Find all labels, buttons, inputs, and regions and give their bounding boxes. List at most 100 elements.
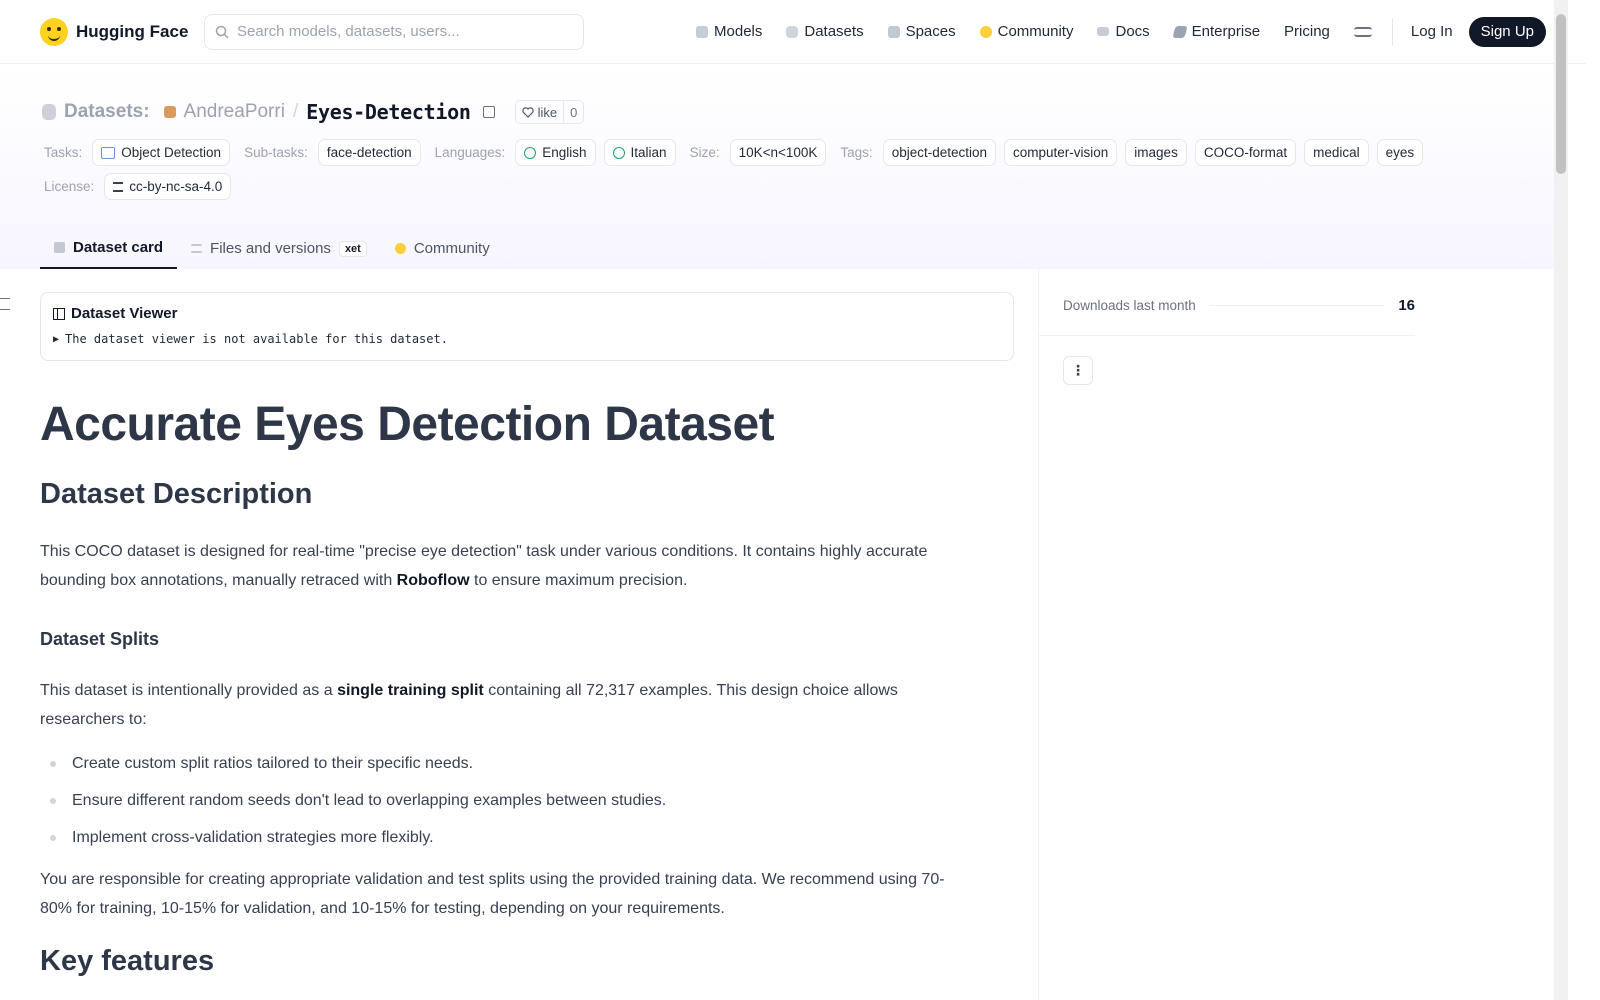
dataset-icon <box>42 104 56 120</box>
list-item: Implement cross-validation strategies mo… <box>50 828 970 848</box>
nav-models-label: Models <box>714 23 763 40</box>
right-sidebar: Downloads last month 16 ⋮ <box>1038 269 1554 1000</box>
list-item: Create custom split ratios tailored to t… <box>50 754 970 774</box>
downloads-value: 16 <box>1398 297 1415 314</box>
dataset-viewer-heading: Dataset Viewer <box>71 305 178 322</box>
tab-files-and-versions[interactable]: Files and versions xet <box>177 228 381 269</box>
languages-label: Languages: <box>434 145 506 160</box>
like-count[interactable]: 0 <box>563 101 583 123</box>
tag-language-label: Italian <box>630 145 667 160</box>
login-button[interactable]: Log In <box>1401 23 1463 40</box>
search-box[interactable] <box>204 13 584 50</box>
tasks-label: Tasks: <box>44 145 83 160</box>
tag-task-object-detection[interactable]: Object Detection <box>92 139 231 166</box>
dataset-card-content: Accurate Eyes Detection Dataset Dataset … <box>40 396 970 978</box>
single-split-emphasis: single training split <box>337 681 484 699</box>
nav-divider <box>1391 17 1393 46</box>
nav-enterprise[interactable]: Enterprise <box>1162 23 1272 40</box>
license-icon <box>113 181 124 192</box>
hugging-face-logo-icon <box>40 17 68 46</box>
table-icon <box>53 307 65 320</box>
nav-models[interactable]: Models <box>684 23 774 40</box>
tag-item[interactable]: medical <box>1304 139 1369 166</box>
xet-badge: xet <box>338 240 367 257</box>
tag-size[interactable]: 10K<n<100K <box>729 139 827 166</box>
subtasks-label: Sub-tasks: <box>244 145 308 160</box>
like-button[interactable]: like 0 <box>514 100 585 124</box>
nav-pricing[interactable]: Pricing <box>1272 23 1342 40</box>
nav-docs[interactable]: Docs <box>1085 23 1161 40</box>
tag-language-english[interactable]: English <box>515 139 596 166</box>
brand-link[interactable]: Hugging Face <box>40 17 204 46</box>
dataset-viewer-panel: Dataset Viewer ▶ The dataset viewer is n… <box>40 292 1014 361</box>
tag-license[interactable]: cc-by-nc-sa-4.0 <box>104 173 232 200</box>
object-detection-icon <box>101 146 116 159</box>
kebab-icon: ⋮ <box>1071 362 1085 378</box>
list-item: Ensure different random seeds don't lead… <box>50 791 970 811</box>
viewer-unavailable-toggle[interactable]: ▶ The dataset viewer is not available fo… <box>53 332 1001 346</box>
repo-tabs: Dataset card Files and versions xet Commu… <box>40 228 504 269</box>
breadcrumb-separator: / <box>292 101 299 122</box>
tag-item[interactable]: images <box>1125 139 1187 166</box>
tag-item[interactable]: computer-vision <box>1004 139 1118 166</box>
spaces-icon <box>887 25 900 38</box>
viewer-unavailable-text: The dataset viewer is not available for … <box>65 332 448 346</box>
nav-docs-label: Docs <box>1115 23 1150 40</box>
like-label: like <box>537 104 558 120</box>
owner-avatar <box>163 106 176 118</box>
toc-toggle-icon[interactable] <box>0 298 10 310</box>
heart-icon <box>521 106 534 118</box>
downloads-label: Downloads last month <box>1063 298 1196 313</box>
docs-icon <box>1097 27 1110 36</box>
tag-item[interactable]: COCO-format <box>1194 139 1297 166</box>
enterprise-icon <box>1172 25 1188 38</box>
dataset-name[interactable]: Eyes-Detection <box>306 100 471 124</box>
description-paragraph: This COCO dataset is designed for real-t… <box>40 537 970 595</box>
nav-datasets-label: Datasets <box>804 23 864 40</box>
page-title: Accurate Eyes Detection Dataset <box>40 398 775 451</box>
splits-list: Create custom split ratios tailored to t… <box>50 754 970 848</box>
downloads-stat: Downloads last month 16 <box>1063 297 1415 314</box>
tag-license-label: cc-by-nc-sa-4.0 <box>129 179 223 194</box>
breadcrumb-datasets[interactable]: Datasets: <box>64 101 150 123</box>
tab-community-label: Community <box>413 240 490 257</box>
size-label: Size: <box>689 145 720 160</box>
tag-row-license: License: cc-by-nc-sa-4.0 <box>44 173 232 200</box>
nav-spaces[interactable]: Spaces <box>876 23 968 40</box>
section-heading-description: Dataset Description <box>40 477 313 510</box>
datasets-icon <box>786 25 799 38</box>
dataset-title-row: Datasets: AndreaPorri / Eyes-Detection l… <box>42 100 585 124</box>
dataset-viewer-title: Dataset Viewer <box>53 305 1001 322</box>
tag-language-italian[interactable]: Italian <box>603 139 676 166</box>
tags-label: Tags: <box>840 145 873 160</box>
community-icon <box>979 25 992 38</box>
scrollbar-thumb[interactable] <box>1556 14 1566 174</box>
dataset-card-icon <box>54 242 65 253</box>
tag-item[interactable]: eyes <box>1376 139 1424 166</box>
globe-icon <box>524 146 537 159</box>
more-options-button[interactable]: ⋮ <box>1063 356 1093 385</box>
top-navbar: Hugging Face Models Datasets Spaces Comm… <box>0 0 1586 64</box>
community-icon <box>394 243 406 254</box>
license-label: License: <box>44 179 95 194</box>
globe-icon <box>612 146 625 159</box>
signup-button[interactable]: Sign Up <box>1468 16 1546 47</box>
tab-community[interactable]: Community <box>381 228 504 269</box>
search-input[interactable] <box>237 23 557 40</box>
section-heading-features: Key features <box>40 944 215 977</box>
copy-icon[interactable] <box>482 106 495 118</box>
tab-dataset-card[interactable]: Dataset card <box>40 228 178 269</box>
nav-datasets[interactable]: Datasets <box>774 23 875 40</box>
nav-community[interactable]: Community <box>968 23 1086 40</box>
owner-link[interactable]: AndreaPorri <box>184 101 285 123</box>
splits-paragraph: This dataset is intentionally provided a… <box>40 676 970 734</box>
responsibility-paragraph: You are responsible for creating appropr… <box>40 870 945 917</box>
menu-icon <box>1353 26 1372 37</box>
like-toggle[interactable]: like <box>516 105 564 120</box>
more-menu-button[interactable] <box>1342 26 1384 37</box>
tag-item[interactable]: object-detection <box>882 139 996 166</box>
nav-pricing-label: Pricing <box>1284 23 1330 40</box>
sidebar-divider <box>1039 335 1415 336</box>
tag-subtask[interactable]: face-detection <box>317 139 421 166</box>
splits-text: This dataset is intentionally provided a… <box>40 681 338 699</box>
